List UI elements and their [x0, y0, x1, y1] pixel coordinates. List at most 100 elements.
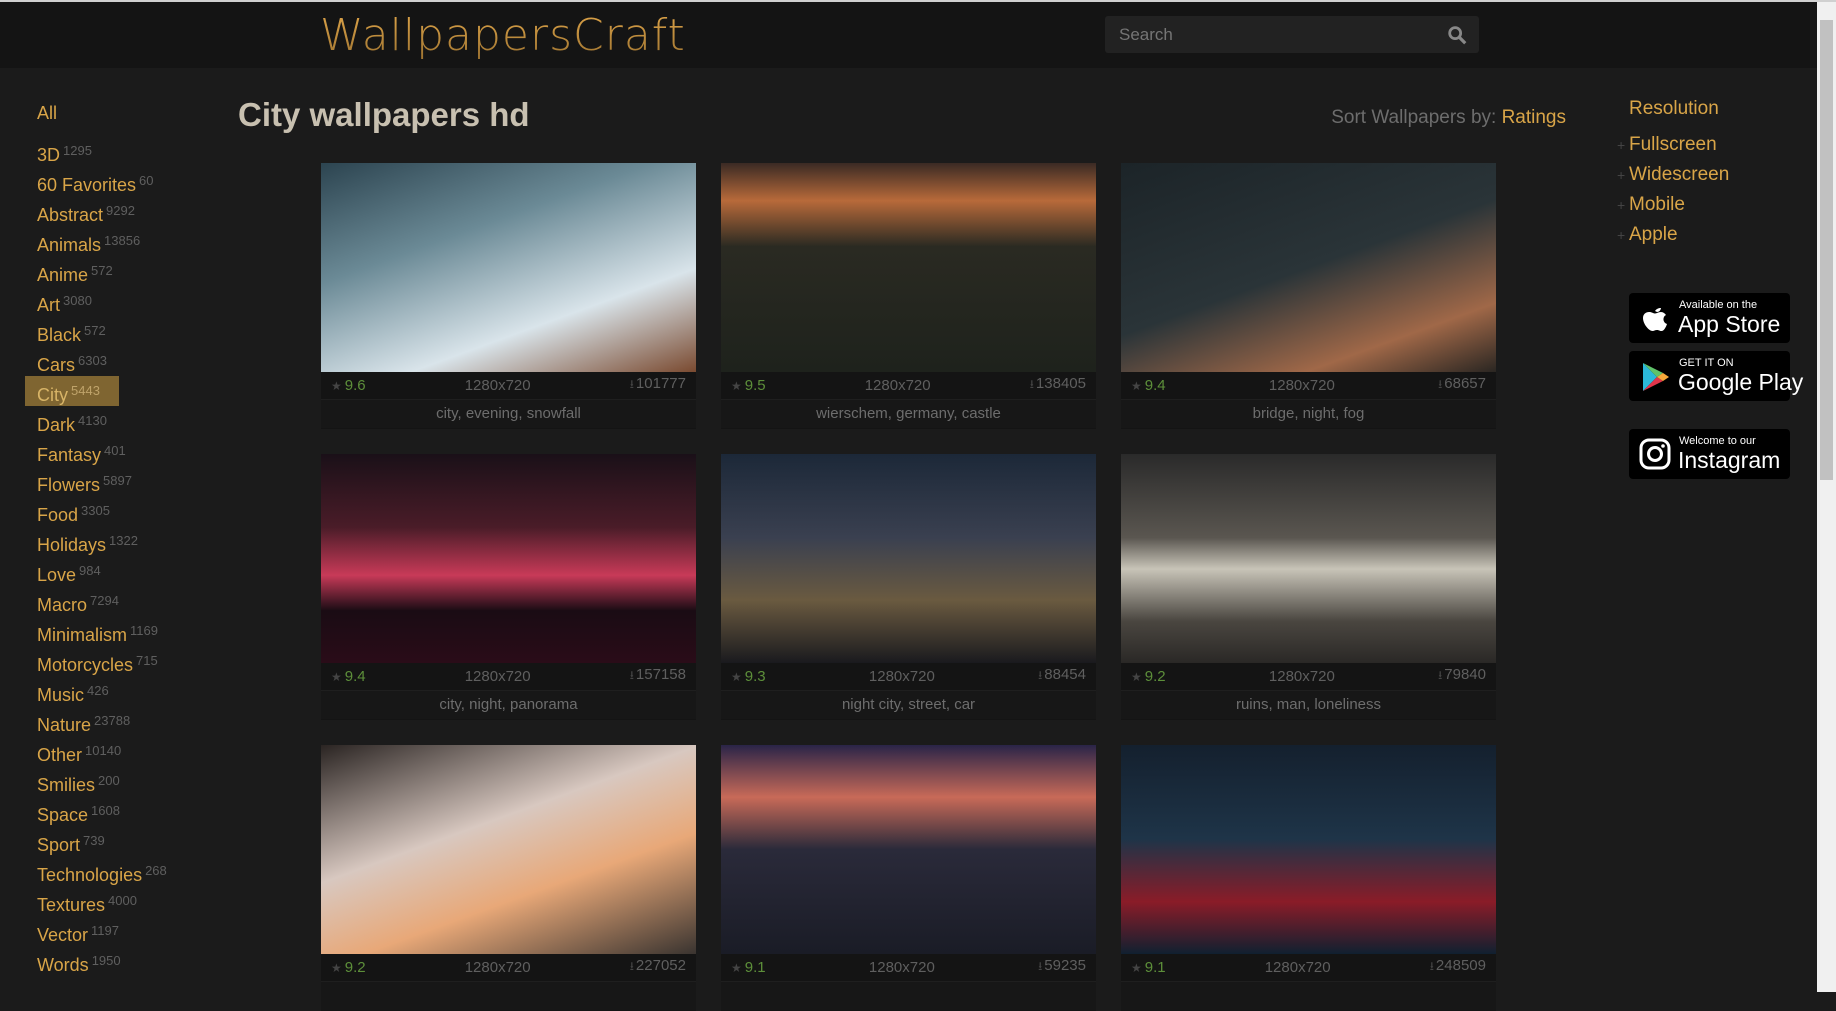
category-minimalism[interactable]: Minimalism 1169 — [25, 616, 225, 646]
category-all[interactable]: All — [25, 98, 225, 128]
category-count: 1950 — [91, 953, 121, 968]
wallpaper-card[interactable]: ★ 9.6 1280x720 ⭳ 101777 city, evening, sno… — [321, 163, 696, 429]
instagram-small: Welcome to our — [1679, 435, 1756, 447]
resolution-apple[interactable]: + Apple — [1617, 220, 1729, 250]
wallpaper-card[interactable]: ★ 9.1 1280x720 ⭳ 59235 — [721, 745, 1096, 1011]
wallpaper-thumbnail[interactable] — [321, 745, 696, 954]
category-count: 1197 — [91, 923, 119, 938]
wallpaper-tags[interactable]: night city, street, car — [721, 691, 1096, 719]
wallpaper-tags[interactable] — [321, 982, 696, 1010]
category-anime[interactable]: Anime 572 — [25, 256, 225, 286]
wallpaper-thumbnail[interactable] — [1121, 163, 1496, 372]
wallpaper-tags[interactable]: city, evening, snowfall — [321, 400, 696, 428]
wallpaper-tags[interactable] — [721, 982, 1096, 1010]
rating: ★ 9.4 — [331, 668, 366, 685]
resolution: 1280x720 — [464, 668, 531, 685]
category-label: Other — [37, 745, 83, 765]
category-flowers[interactable]: Flowers 5897 — [25, 466, 225, 496]
wallpaper-thumbnail[interactable] — [321, 163, 696, 372]
downloads-value: 88454 — [1044, 666, 1086, 683]
resolution-fullscreen[interactable]: + Fullscreen — [1617, 130, 1729, 160]
wallpaper-tags[interactable]: ruins, man, loneliness — [1121, 691, 1496, 719]
resolution-mobile[interactable]: + Mobile — [1617, 190, 1729, 220]
category-love[interactable]: Love 984 — [25, 556, 225, 586]
wallpaper-card[interactable]: ★ 9.1 1280x720 ⭳ 248509 — [1121, 745, 1496, 1011]
star-icon: ★ — [731, 670, 742, 684]
rating: ★ 9.6 — [331, 377, 366, 394]
category-holidays[interactable]: Holidays 1322 — [25, 526, 225, 556]
star-icon: ★ — [1131, 961, 1142, 975]
category-count: 200 — [98, 773, 120, 788]
instagram-button[interactable]: Welcome to our Instagram — [1629, 429, 1790, 479]
category-label: Smilies — [37, 775, 96, 795]
wallpaper-thumbnail[interactable] — [721, 745, 1096, 954]
category-abstract[interactable]: Abstract 9292 — [25, 196, 225, 226]
google-play-button[interactable]: GET IT ON Google Play — [1629, 351, 1803, 401]
category-label: Holidays — [37, 535, 107, 555]
category-technologies[interactable]: Technologies 268 — [25, 856, 225, 886]
wallpaper-card[interactable]: ★ 9.2 1280x720 ⭳ 79840 ruins, man, lonelin… — [1121, 454, 1496, 720]
category-label: 3D — [37, 145, 61, 165]
wallpaper-card[interactable]: ★ 9.2 1280x720 ⭳ 227052 — [321, 745, 696, 1011]
wallpaper-tags[interactable]: bridge, night, fog — [1121, 400, 1496, 428]
category-art[interactable]: Art 3080 — [25, 286, 225, 316]
star-icon: ★ — [1131, 379, 1142, 393]
category-label: 60 Favorites — [37, 175, 137, 195]
resolution: 1280x720 — [868, 959, 935, 976]
rating-value: 9.2 — [1144, 668, 1166, 685]
search-input[interactable] — [1105, 16, 1479, 53]
category-label: City — [37, 385, 68, 405]
wallpaper-thumbnail[interactable] — [721, 454, 1096, 663]
wallpaper-thumbnail[interactable] — [321, 454, 696, 663]
category-music[interactable]: Music 426 — [25, 676, 225, 706]
scrollbar[interactable] — [1817, 2, 1836, 992]
wallpaper-tags[interactable]: city, night, panorama — [321, 691, 696, 719]
category-fantasy[interactable]: Fantasy 401 — [25, 436, 225, 466]
sort-ratings-link[interactable]: Ratings — [1502, 107, 1566, 128]
category-textures[interactable]: Textures 4000 — [25, 886, 225, 916]
resolution: 1280x720 — [1264, 959, 1331, 976]
category-nature[interactable]: Nature 23788 — [25, 706, 225, 736]
category-dark[interactable]: Dark 4130 — [25, 406, 225, 436]
wallpaper-tags[interactable]: wierschem, germany, castle — [721, 400, 1096, 428]
category-label: Motorcycles — [37, 655, 134, 675]
category-words[interactable]: Words 1950 — [25, 946, 225, 976]
wallpaper-thumbnail[interactable] — [1121, 454, 1496, 663]
search-icon[interactable] — [1445, 24, 1469, 46]
wallpaper-card[interactable]: ★ 9.3 1280x720 ⭳ 88454 night city, street,… — [721, 454, 1096, 720]
wallpaper-card[interactable]: ★ 9.4 1280x720 ⭳ 68657 bridge, night, fog — [1121, 163, 1496, 429]
category-60-favorites[interactable]: 60 Favorites 60 — [25, 166, 225, 196]
wallpaper-thumbnail[interactable] — [721, 163, 1096, 372]
category-macro[interactable]: Macro 7294 — [25, 586, 225, 616]
resolution-label: Mobile — [1629, 194, 1685, 215]
wallpaper-card[interactable]: ★ 9.5 1280x720 ⭳ 138405 wierschem, germany… — [721, 163, 1096, 429]
category-animals[interactable]: Animals 13856 — [25, 226, 225, 256]
category-black[interactable]: Black 572 — [25, 316, 225, 346]
rating-value: 9.1 — [744, 959, 766, 976]
wallpaper-thumbnail[interactable] — [1121, 745, 1496, 954]
wallpaper-tags[interactable] — [1121, 982, 1496, 1010]
app-store-button[interactable]: Available on the App Store — [1629, 293, 1790, 343]
category-smilies[interactable]: Smilies 200 — [25, 766, 225, 796]
category-other[interactable]: Other 10140 — [25, 736, 225, 766]
scrollbar-thumb[interactable] — [1820, 20, 1833, 480]
wallpaper-card[interactable]: ★ 9.4 1280x720 ⭳ 157158 city, night, panor… — [321, 454, 696, 720]
rating: ★ 9.4 — [1131, 377, 1166, 394]
category-city[interactable]: City 5443 — [25, 376, 119, 406]
rating-value: 9.3 — [744, 668, 766, 685]
wallpaper-info: ★ 9.1 1280x720 ⭳ 59235 — [721, 954, 1096, 982]
category-food[interactable]: Food 3305 — [25, 496, 225, 526]
logo[interactable]: WallpapersCraft — [320, 10, 686, 61]
category-cars[interactable]: Cars 6303 — [25, 346, 225, 376]
category-vector[interactable]: Vector 1197 — [25, 916, 225, 946]
category-3d[interactable]: 3D 1295 — [25, 136, 225, 166]
rating: ★ 9.5 — [731, 377, 766, 394]
resolution-widescreen[interactable]: + Widescreen — [1617, 160, 1729, 190]
category-count: 572 — [91, 263, 113, 278]
downloads: ⭳ 248509 — [1430, 957, 1486, 978]
category-count: 60 — [139, 173, 154, 188]
category-sport[interactable]: Sport 739 — [25, 826, 225, 856]
category-space[interactable]: Space 1608 — [25, 796, 225, 826]
category-motorcycles[interactable]: Motorcycles 715 — [25, 646, 225, 676]
sort-label: Sort Wallpapers by: — [1331, 107, 1497, 128]
